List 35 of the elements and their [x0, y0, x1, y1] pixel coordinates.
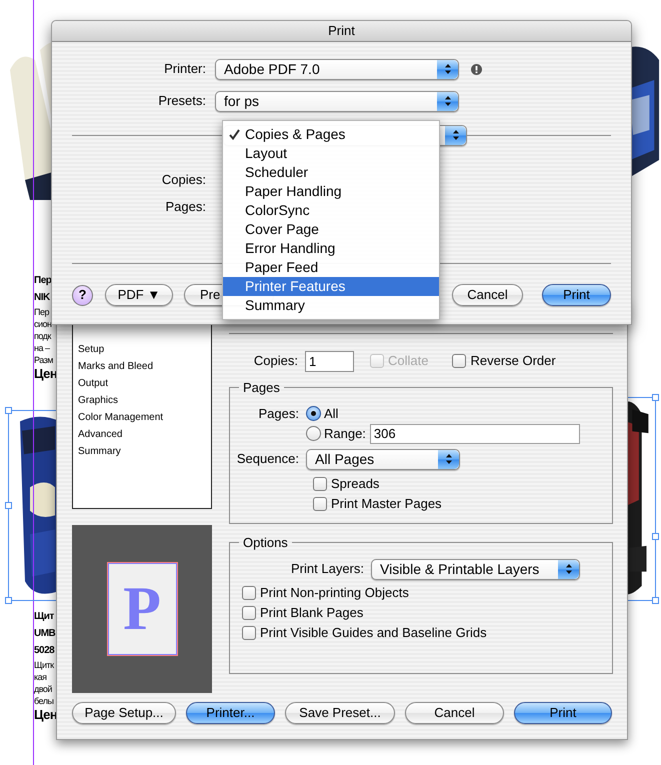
checkbox-label: Print Master Pages — [331, 494, 442, 513]
body-text: Пер — [34, 306, 50, 318]
printer-label: Printer: — [163, 60, 207, 78]
group-title: Options — [242, 534, 289, 552]
print-layers-label: Print Layers: — [290, 560, 365, 578]
body-text: белы — [34, 695, 54, 707]
presets-label: Presets: — [157, 92, 207, 110]
checkbox-label: Print Blank Pages — [260, 604, 364, 622]
body-text: кая — [34, 671, 48, 683]
body-text: Щитк — [34, 659, 55, 671]
checkbox-label: Print Non-printing Objects — [260, 584, 409, 602]
heading-text: 5028 — [34, 644, 56, 658]
radio-label: All — [324, 404, 338, 423]
heading-text: NIK — [34, 291, 51, 305]
checkbox-label: Spreads — [331, 474, 380, 493]
pages-label: Pages: — [258, 404, 300, 423]
heading-text: Пер — [34, 274, 52, 288]
checkbox-label: Collate — [388, 352, 428, 370]
copies-label: Copies: — [160, 171, 207, 190]
pages-label: Pages: — [164, 198, 207, 216]
preview-letter: P — [123, 578, 161, 640]
checkbox-label: Reverse Order — [470, 352, 556, 370]
body-text: сион — [34, 318, 53, 330]
window-title: Print — [52, 21, 631, 42]
body-text: на – — [34, 342, 51, 354]
heading-text: Щит — [34, 610, 55, 624]
body-text: Разм — [34, 354, 54, 366]
checkbox-label: Print Visible Guides and Baseline Grids — [260, 624, 487, 642]
body-text: подк — [34, 330, 52, 342]
body-text: двой — [34, 683, 53, 695]
heading-text: UMB — [34, 627, 56, 641]
group-title: Pages — [242, 379, 281, 397]
copies-label: Copies: — [252, 352, 299, 370]
radio-label: Range: — [324, 424, 366, 443]
sequence-label: Sequence: — [236, 450, 300, 468]
